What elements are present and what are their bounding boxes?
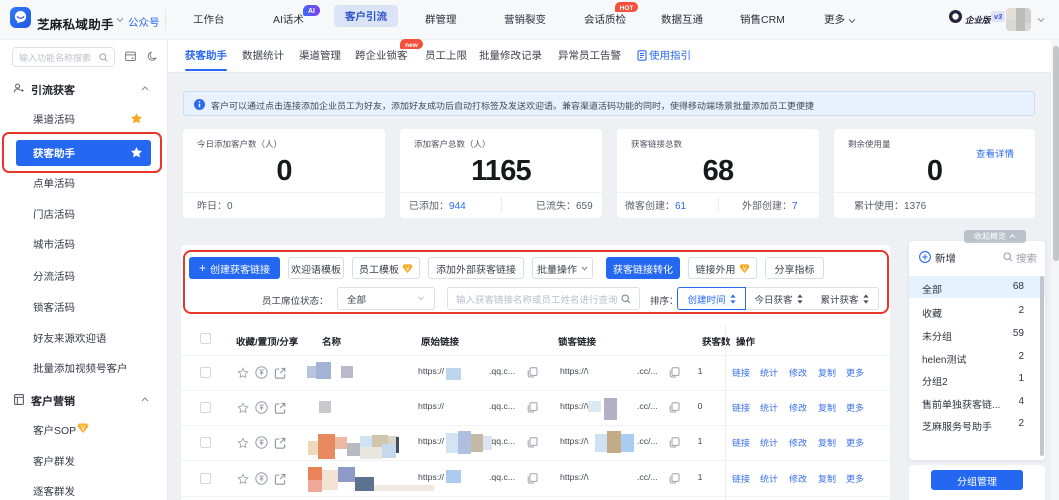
svg-text:V: V [81,425,85,433]
